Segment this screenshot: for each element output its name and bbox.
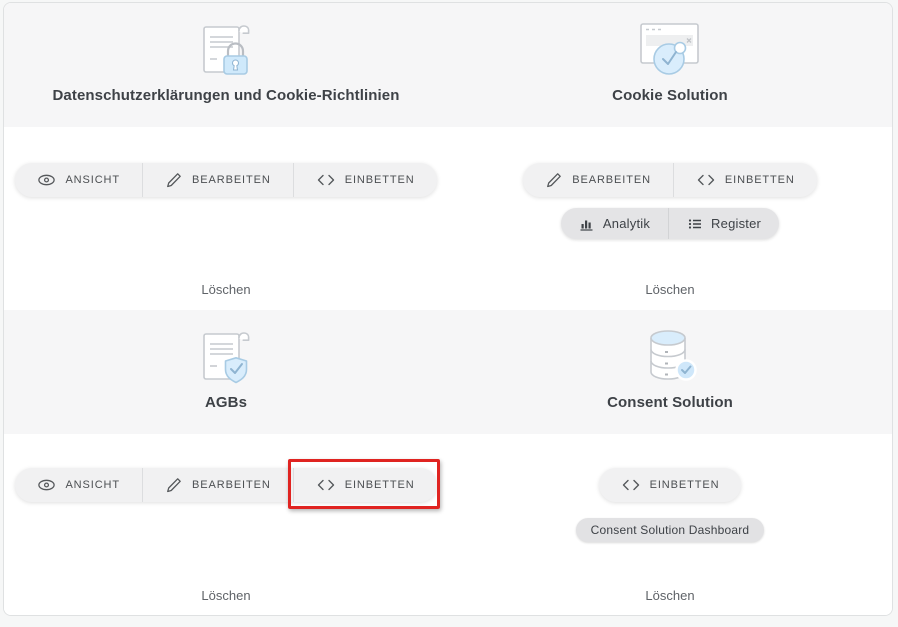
product-header-cookie-solution: Cookie Solution	[448, 3, 892, 127]
product-header-agbs: AGBs	[4, 310, 448, 434]
analytik-label: Analytik	[603, 216, 650, 231]
pencil-icon	[545, 171, 563, 189]
list-icon	[687, 216, 703, 232]
einbetten-button[interactable]: EINBETTEN	[293, 163, 437, 197]
document-lock-icon	[197, 16, 255, 78]
einbetten-button-highlighted[interactable]: EINBETTEN	[293, 468, 437, 502]
secondary-group-cookie: Analytik Register	[561, 208, 779, 239]
product-title: AGBs	[205, 394, 247, 411]
action-group-cookie: BEARBEITEN EINBETTEN	[523, 163, 817, 197]
pencil-icon	[165, 476, 183, 494]
register-label: Register	[711, 216, 761, 231]
bearbeiten-label: BEARBEITEN	[572, 174, 651, 186]
products-card: Datenschutzerklärungen und Cookie-Richtl…	[3, 2, 893, 616]
browser-cookie-icon	[638, 16, 702, 78]
einbetten-label: EINBETTEN	[345, 479, 415, 491]
product-title: Datenschutzerklärungen und Cookie-Richtl…	[52, 87, 399, 104]
ansicht-label: ANSICHT	[65, 174, 120, 186]
database-check-icon	[640, 323, 700, 385]
action-group-agbs: ANSICHT BEARBEITEN EINBETTEN	[15, 468, 436, 502]
code-icon	[621, 476, 641, 494]
ansicht-label: ANSICHT	[65, 479, 120, 491]
einbetten-button[interactable]: EINBETTEN	[673, 163, 817, 197]
product-title: Cookie Solution	[612, 87, 728, 104]
header-row-2: AGBs Consent Solution	[4, 310, 892, 434]
actions-row-2: ANSICHT BEARBEITEN EINBETTEN	[4, 434, 892, 615]
bearbeiten-button[interactable]: BEARBEITEN	[142, 468, 293, 502]
code-icon	[316, 476, 336, 494]
actions-agbs: ANSICHT BEARBEITEN EINBETTEN	[4, 434, 448, 615]
actions-consent-solution: EINBETTEN Consent Solution Dashboard Lös…	[448, 434, 892, 615]
analytik-button[interactable]: Analytik	[561, 208, 668, 239]
delete-link[interactable]: Löschen	[201, 588, 250, 603]
bearbeiten-button[interactable]: BEARBEITEN	[523, 163, 673, 197]
action-group-privacy: ANSICHT BEARBEITEN EINBETTEN	[15, 163, 436, 197]
code-icon	[316, 171, 336, 189]
header-row-1: Datenschutzerklärungen und Cookie-Richtl…	[4, 3, 892, 127]
bearbeiten-label: BEARBEITEN	[192, 479, 271, 491]
bearbeiten-button[interactable]: BEARBEITEN	[142, 163, 293, 197]
code-icon	[696, 171, 716, 189]
ansicht-button[interactable]: ANSICHT	[15, 163, 142, 197]
actions-privacy: ANSICHT BEARBEITEN EINBETTEN Löschen	[4, 127, 448, 310]
actions-row-1: ANSICHT BEARBEITEN EINBETTEN Löschen	[4, 127, 892, 310]
einbetten-label: EINBETTEN	[345, 174, 415, 186]
pencil-icon	[165, 171, 183, 189]
delete-link[interactable]: Löschen	[645, 282, 694, 297]
eye-icon	[37, 476, 56, 494]
bearbeiten-label: BEARBEITEN	[192, 174, 271, 186]
einbetten-label: EINBETTEN	[650, 479, 720, 491]
einbetten-button[interactable]: EINBETTEN	[599, 468, 742, 502]
actions-cookie-solution: BEARBEITEN EINBETTEN	[448, 127, 892, 310]
einbetten-label: EINBETTEN	[725, 174, 795, 186]
product-title: Consent Solution	[607, 394, 733, 411]
ansicht-button[interactable]: ANSICHT	[15, 468, 142, 502]
product-header-privacy: Datenschutzerklärungen und Cookie-Richtl…	[4, 3, 448, 127]
delete-link[interactable]: Löschen	[645, 588, 694, 603]
delete-link[interactable]: Löschen	[201, 282, 250, 297]
document-shield-icon	[197, 323, 255, 385]
bar-chart-icon	[579, 216, 595, 232]
consent-solution-dashboard-button[interactable]: Consent Solution Dashboard	[576, 518, 765, 542]
action-group-consent: EINBETTEN	[599, 468, 742, 502]
register-button[interactable]: Register	[668, 208, 779, 239]
eye-icon	[37, 171, 56, 189]
product-header-consent-solution: Consent Solution	[448, 310, 892, 434]
